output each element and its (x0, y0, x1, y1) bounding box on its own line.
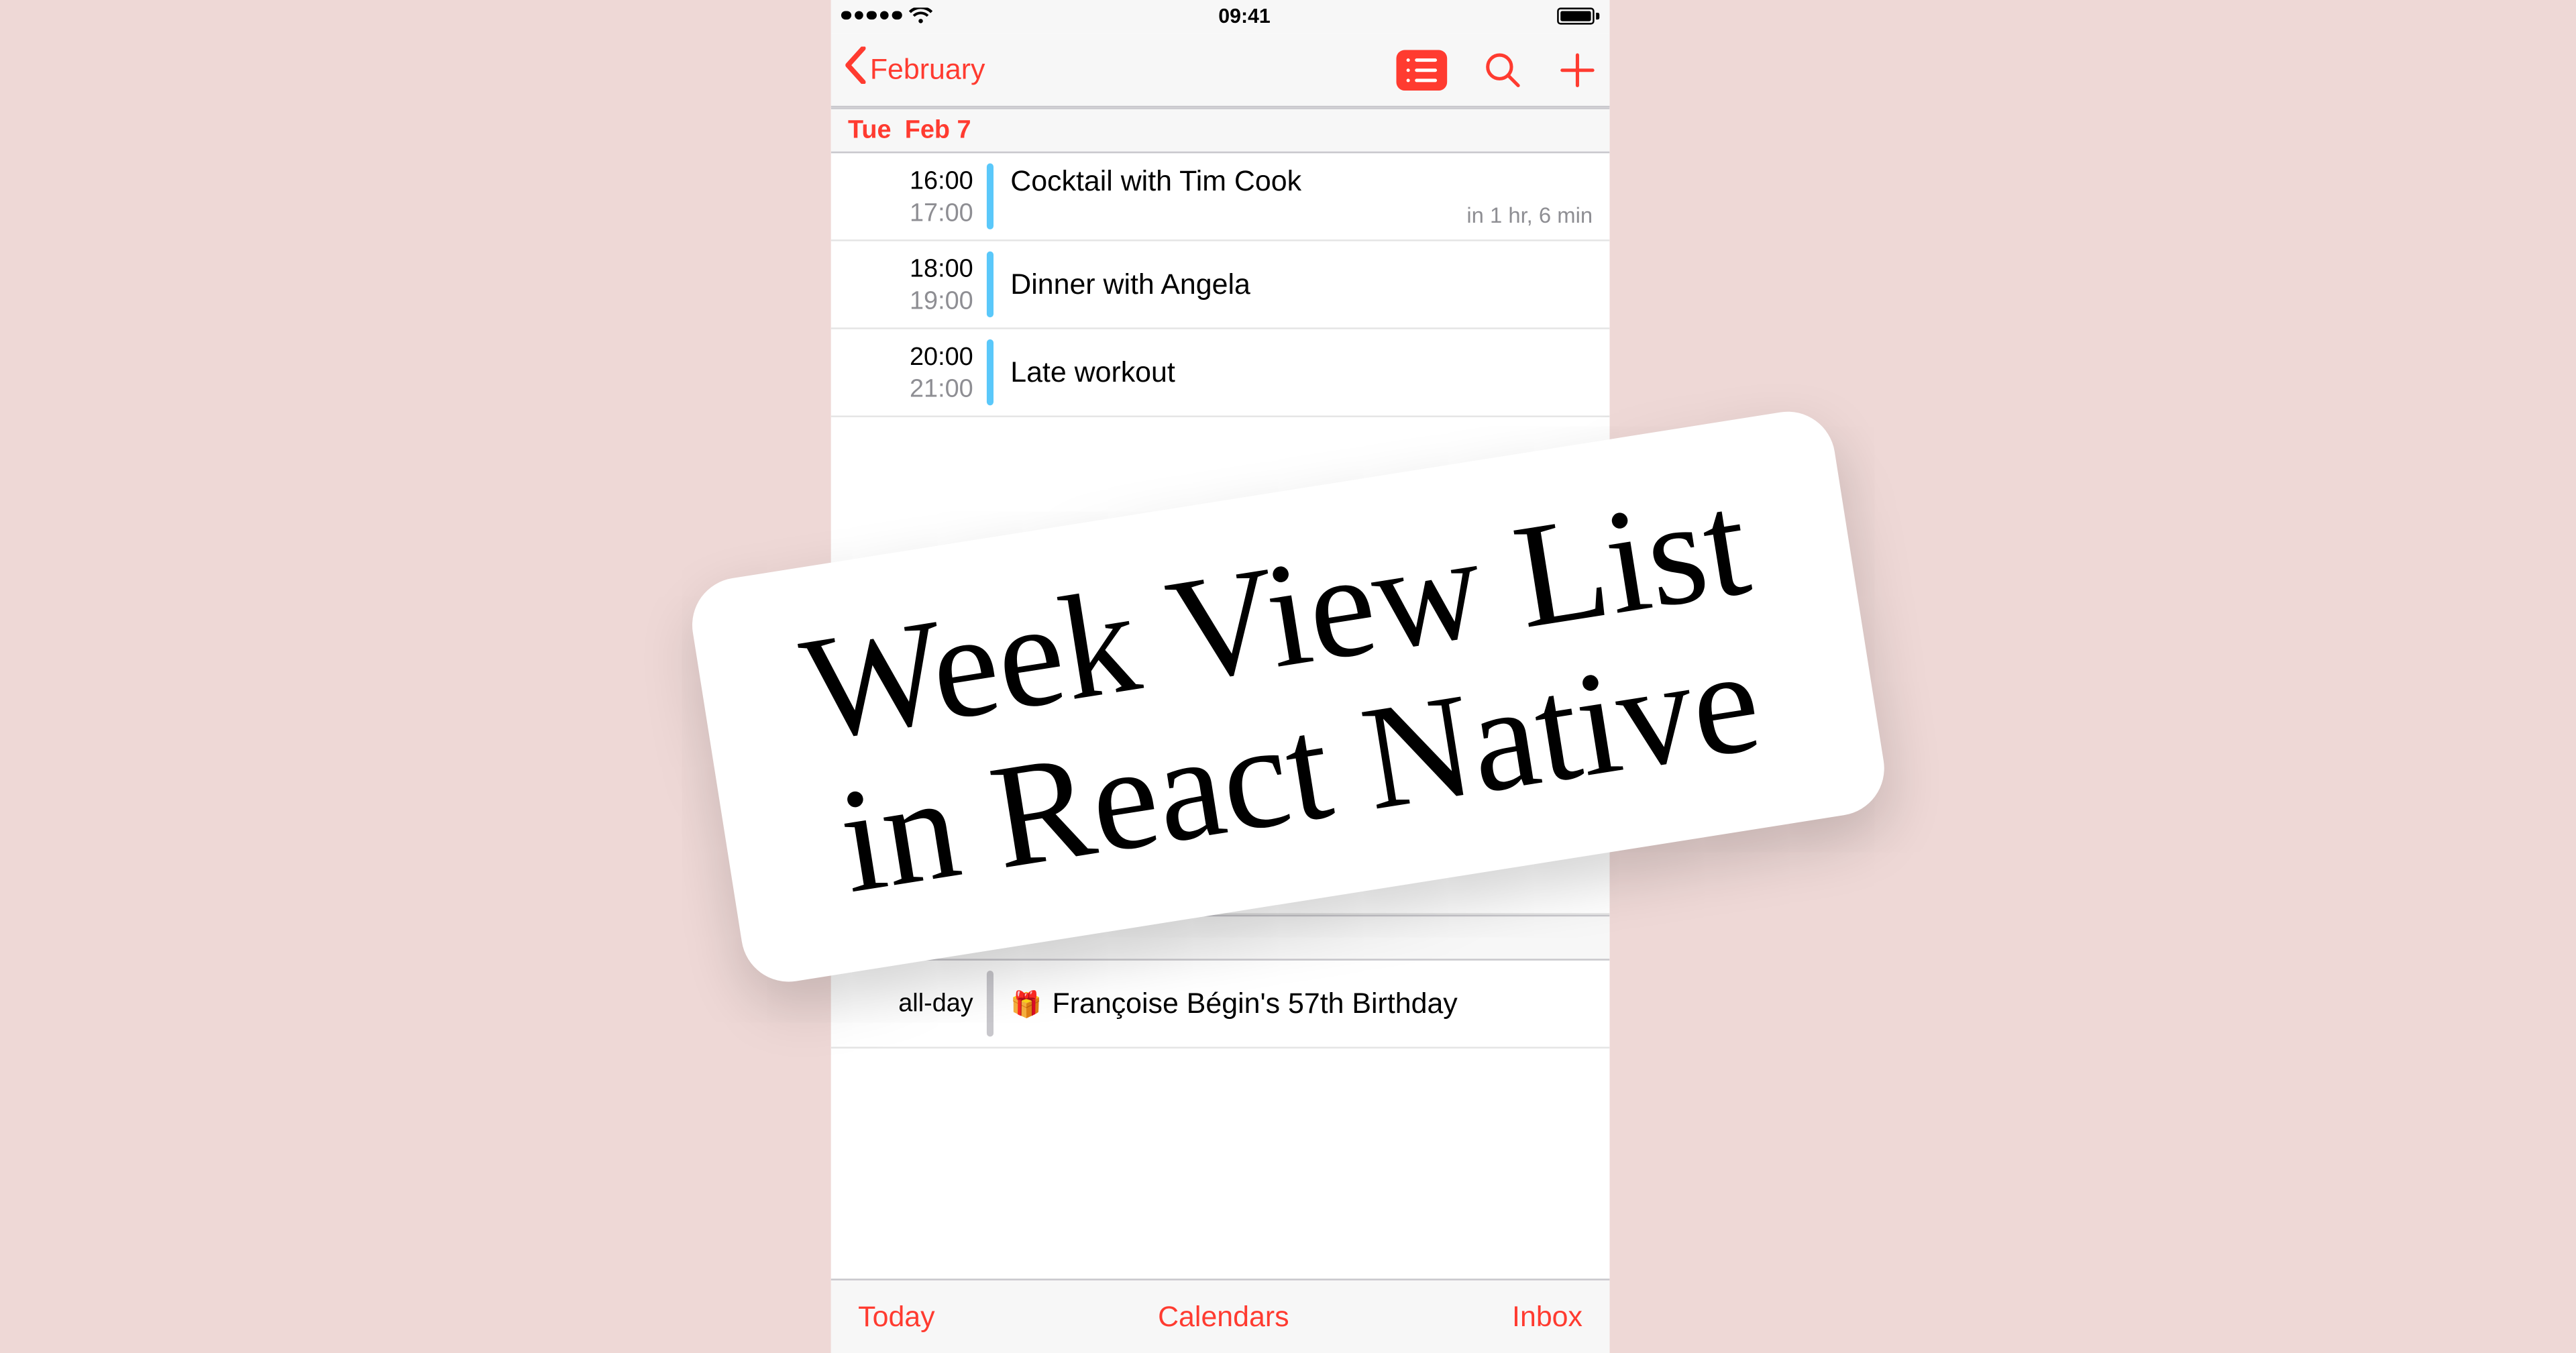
status-time: 09:41 (1218, 3, 1270, 27)
add-event-button[interactable] (1559, 51, 1597, 89)
inbox-button[interactable]: Inbox (1512, 1300, 1582, 1334)
event-body: Late workout (1010, 339, 1593, 405)
event-color-bar (987, 339, 994, 405)
event-times: 16:00 17:00 (831, 164, 987, 229)
chevron-left-icon (845, 46, 867, 92)
event-color-bar (987, 971, 994, 1036)
event-times: 18:00 19:00 (831, 252, 987, 317)
calendars-button[interactable]: Calendars (1158, 1300, 1289, 1334)
section-dow: Tue (848, 116, 891, 145)
event-title: 🎁 Françoise Bégin's 57th Birthday (1010, 987, 1593, 1020)
event-start-time: 16:00 (831, 166, 973, 195)
event-title: Late workout (1010, 356, 1593, 389)
event-title: Cocktail with Tim Cook (1010, 165, 1593, 199)
signal-dots-icon (841, 11, 902, 20)
event-row[interactable]: 16:00 17:00 Cocktail with Tim Cook in 1 hr,… (831, 153, 1610, 241)
event-title-text: Late workout (1010, 356, 1175, 389)
search-button[interactable] (1485, 51, 1522, 89)
section-date: Feb 7 (905, 116, 971, 145)
back-button[interactable]: February (845, 46, 985, 92)
list-icon (1407, 58, 1437, 81)
event-title-text: Dinner with Angela (1010, 268, 1250, 301)
event-row[interactable]: all-day 🎁 Françoise Bégin's 57th Birthday (831, 961, 1610, 1048)
wifi-icon (908, 7, 932, 23)
today-button[interactable]: Today (858, 1300, 934, 1334)
event-row[interactable]: 20:00 21:00 Late workout (831, 329, 1610, 417)
event-times: all-day (831, 971, 987, 1036)
event-color-bar (987, 252, 994, 317)
event-row[interactable]: 18:00 19:00 Dinner with Angela (831, 241, 1610, 329)
birthday-gift-icon: 🎁 (1010, 988, 1042, 1018)
event-title-text: Cocktail with Tim Cook (1010, 165, 1301, 199)
event-body: Cocktail with Tim Cook in 1 hr, 6 min (1010, 164, 1593, 229)
section-header: Tue Feb 7 (831, 107, 1610, 153)
battery-icon (1557, 7, 1599, 23)
event-times: 20:00 21:00 (831, 339, 987, 405)
allday-label: all-day (831, 989, 973, 1018)
event-start-time: 20:00 (831, 342, 973, 371)
event-body: Dinner with Angela (1010, 252, 1593, 317)
back-label: February (870, 52, 985, 86)
event-end-time: 17:00 (831, 198, 973, 227)
event-subtitle: in 1 hr, 6 min (1466, 203, 1593, 228)
event-color-bar (987, 164, 994, 229)
list-view-button[interactable] (1396, 49, 1447, 90)
status-bar: 09:41 (831, 0, 1610, 33)
event-start-time: 18:00 (831, 254, 973, 283)
event-end-time: 19:00 (831, 286, 973, 315)
event-title-text: Françoise Bégin's 57th Birthday (1053, 987, 1458, 1020)
bottom-toolbar: Today Calendars Inbox (831, 1279, 1610, 1353)
event-end-time: 21:00 (831, 374, 973, 403)
event-body: 🎁 Françoise Bégin's 57th Birthday (1010, 971, 1593, 1036)
nav-bar: February (831, 33, 1610, 107)
event-title: Dinner with Angela (1010, 268, 1593, 301)
